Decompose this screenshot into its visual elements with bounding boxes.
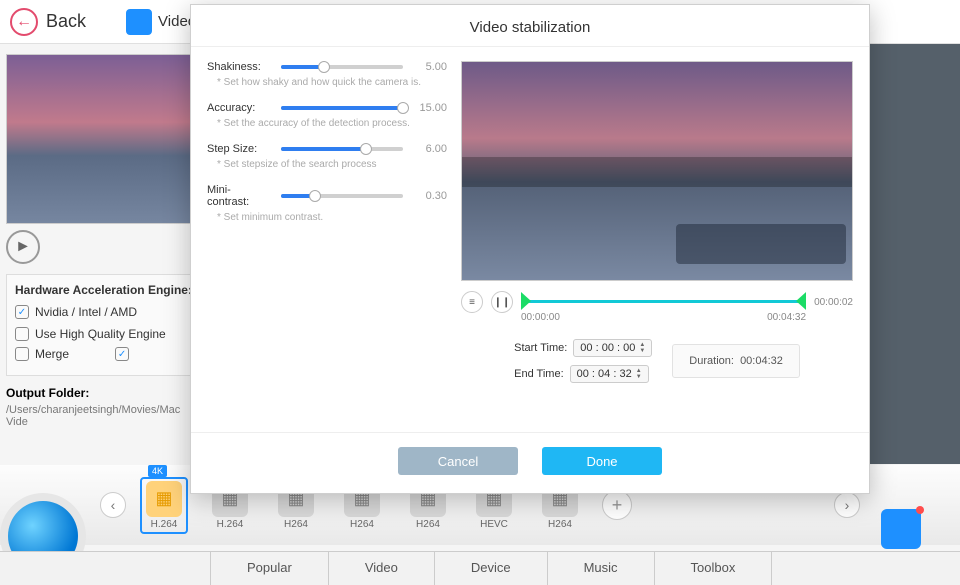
right-dark-panel xyxy=(870,44,960,464)
format-label: H.264 xyxy=(151,519,178,530)
slider-panel: Shakiness: 5.00 * Set how shaky and how … xyxy=(207,61,447,418)
tab-toolbox[interactable]: Toolbox xyxy=(655,552,773,585)
format-label: H264 xyxy=(284,519,308,530)
start-time-value: 00 : 00 : 00 xyxy=(580,342,635,354)
format-label: H264 xyxy=(548,519,572,530)
slider-hint: * Set the accuracy of the detection proc… xyxy=(217,118,447,129)
spinner-icon[interactable]: ▲▼ xyxy=(636,368,642,380)
duration-value: 00:04:32 xyxy=(740,355,783,367)
cancel-button[interactable]: Cancel xyxy=(398,447,518,475)
label-gpu: Nvidia / Intel / AMD xyxy=(35,305,137,319)
timeline-list-icon[interactable]: ≡ xyxy=(461,291,483,313)
add-format-button[interactable]: + xyxy=(602,490,632,520)
dialog-footer: Cancel Done xyxy=(191,432,869,493)
end-time-input[interactable]: 00 : 04 : 32 ▲▼ xyxy=(570,365,649,383)
start-time-label: Start Time: xyxy=(514,342,567,354)
timeline-end-label: 00:04:32 xyxy=(767,312,806,323)
trim-start-handle[interactable] xyxy=(521,292,531,310)
duration-box: Duration: 00:04:32 xyxy=(672,344,800,378)
output-label: Output Folder: xyxy=(6,386,89,400)
end-time-label: End Time: xyxy=(514,368,564,380)
slider-track[interactable] xyxy=(281,194,403,198)
time-inputs: Start Time: 00 : 00 : 00 ▲▼ End Time: 00 … xyxy=(461,339,853,383)
slider-label: Accuracy: xyxy=(207,102,273,114)
trim-end-handle[interactable] xyxy=(796,292,806,310)
format-prev[interactable]: ‹ xyxy=(100,492,126,518)
format-icon: ▦ xyxy=(146,481,182,517)
tab-popular[interactable]: Popular xyxy=(210,552,329,585)
slider-hint: * Set minimum contrast. xyxy=(217,212,447,223)
checkbox-merge[interactable] xyxy=(15,347,29,361)
timeline: ≡ ❙❙ 00:00:00 00:04:32 00:00:02 xyxy=(461,291,853,313)
slider-value: 0.30 xyxy=(411,190,447,202)
tab-video[interactable]: Video xyxy=(126,9,196,35)
timeline-track[interactable]: 00:00:00 00:04:32 xyxy=(521,292,806,312)
tab-video-cat[interactable]: Video xyxy=(329,552,435,585)
slider-accuracy: Accuracy: 15.00 * Set the accuracy of th… xyxy=(207,102,447,129)
preview-boats xyxy=(676,224,846,264)
back-arrow-icon: ← xyxy=(10,8,38,36)
preview-column: ≡ ❙❙ 00:00:00 00:04:32 00:00:02 Start Ti… xyxy=(461,61,853,418)
badge-4k: 4K xyxy=(148,465,167,477)
back-label: Back xyxy=(46,11,86,32)
start-time-input[interactable]: 00 : 00 : 00 ▲▼ xyxy=(573,339,652,357)
timeline-pause-button[interactable]: ❙❙ xyxy=(491,291,513,313)
label-hq: Use High Quality Engine xyxy=(35,327,166,341)
spinner-icon[interactable]: ▲▼ xyxy=(639,342,645,354)
format-item-selected[interactable]: 4K ▦ H.264 xyxy=(140,477,188,534)
slider-track[interactable] xyxy=(281,106,403,110)
play-button[interactable]: ► xyxy=(6,230,40,264)
tab-device[interactable]: Device xyxy=(435,552,548,585)
end-time-value: 00 : 04 : 32 xyxy=(577,368,632,380)
slider-label: Step Size: xyxy=(207,143,273,155)
slider-value: 15.00 xyxy=(411,102,447,114)
slider-stepsize: Step Size: 6.00 * Set stepsize of the se… xyxy=(207,143,447,170)
format-label: H264 xyxy=(350,519,374,530)
slider-label: Mini-contrast: xyxy=(207,184,273,208)
slider-value: 6.00 xyxy=(411,143,447,155)
checkbox-gpu[interactable]: ✓ xyxy=(15,305,29,319)
format-label: H.264 xyxy=(217,519,244,530)
slider-minicontrast: Mini-contrast: 0.30 * Set minimum contra… xyxy=(207,184,447,223)
format-label: H264 xyxy=(416,519,440,530)
slider-value: 5.00 xyxy=(411,61,447,73)
slider-shakiness: Shakiness: 5.00 * Set how shaky and how … xyxy=(207,61,447,88)
timeline-start-label: 00:00:00 xyxy=(521,312,560,323)
dialog-title: Video stabilization xyxy=(191,5,869,47)
checkbox-hq[interactable] xyxy=(15,327,29,341)
tab-music[interactable]: Music xyxy=(548,552,655,585)
slider-hint: * Set stepsize of the search process xyxy=(217,159,447,170)
duration-label: Duration: xyxy=(689,355,734,367)
done-button[interactable]: Done xyxy=(542,447,662,475)
preview-skyline xyxy=(462,157,852,187)
slider-hint: * Set how shaky and how quick the camera… xyxy=(217,77,447,88)
timeline-current: 00:00:02 xyxy=(814,297,853,308)
category-tabs: Popular Video Device Music Toolbox xyxy=(0,551,960,585)
label-merge: Merge xyxy=(35,347,69,361)
back-button[interactable]: ← Back xyxy=(10,8,86,36)
slider-track[interactable] xyxy=(281,65,403,69)
format-label: HEVC xyxy=(480,519,508,530)
slider-track[interactable] xyxy=(281,147,403,151)
slider-label: Shakiness: xyxy=(207,61,273,73)
video-preview[interactable] xyxy=(461,61,853,281)
video-icon xyxy=(126,9,152,35)
checkbox-extra[interactable]: ✓ xyxy=(115,347,129,361)
video-stabilization-dialog: Video stabilization Shakiness: 5.00 * Se… xyxy=(190,4,870,494)
target-format-icon xyxy=(881,509,921,549)
